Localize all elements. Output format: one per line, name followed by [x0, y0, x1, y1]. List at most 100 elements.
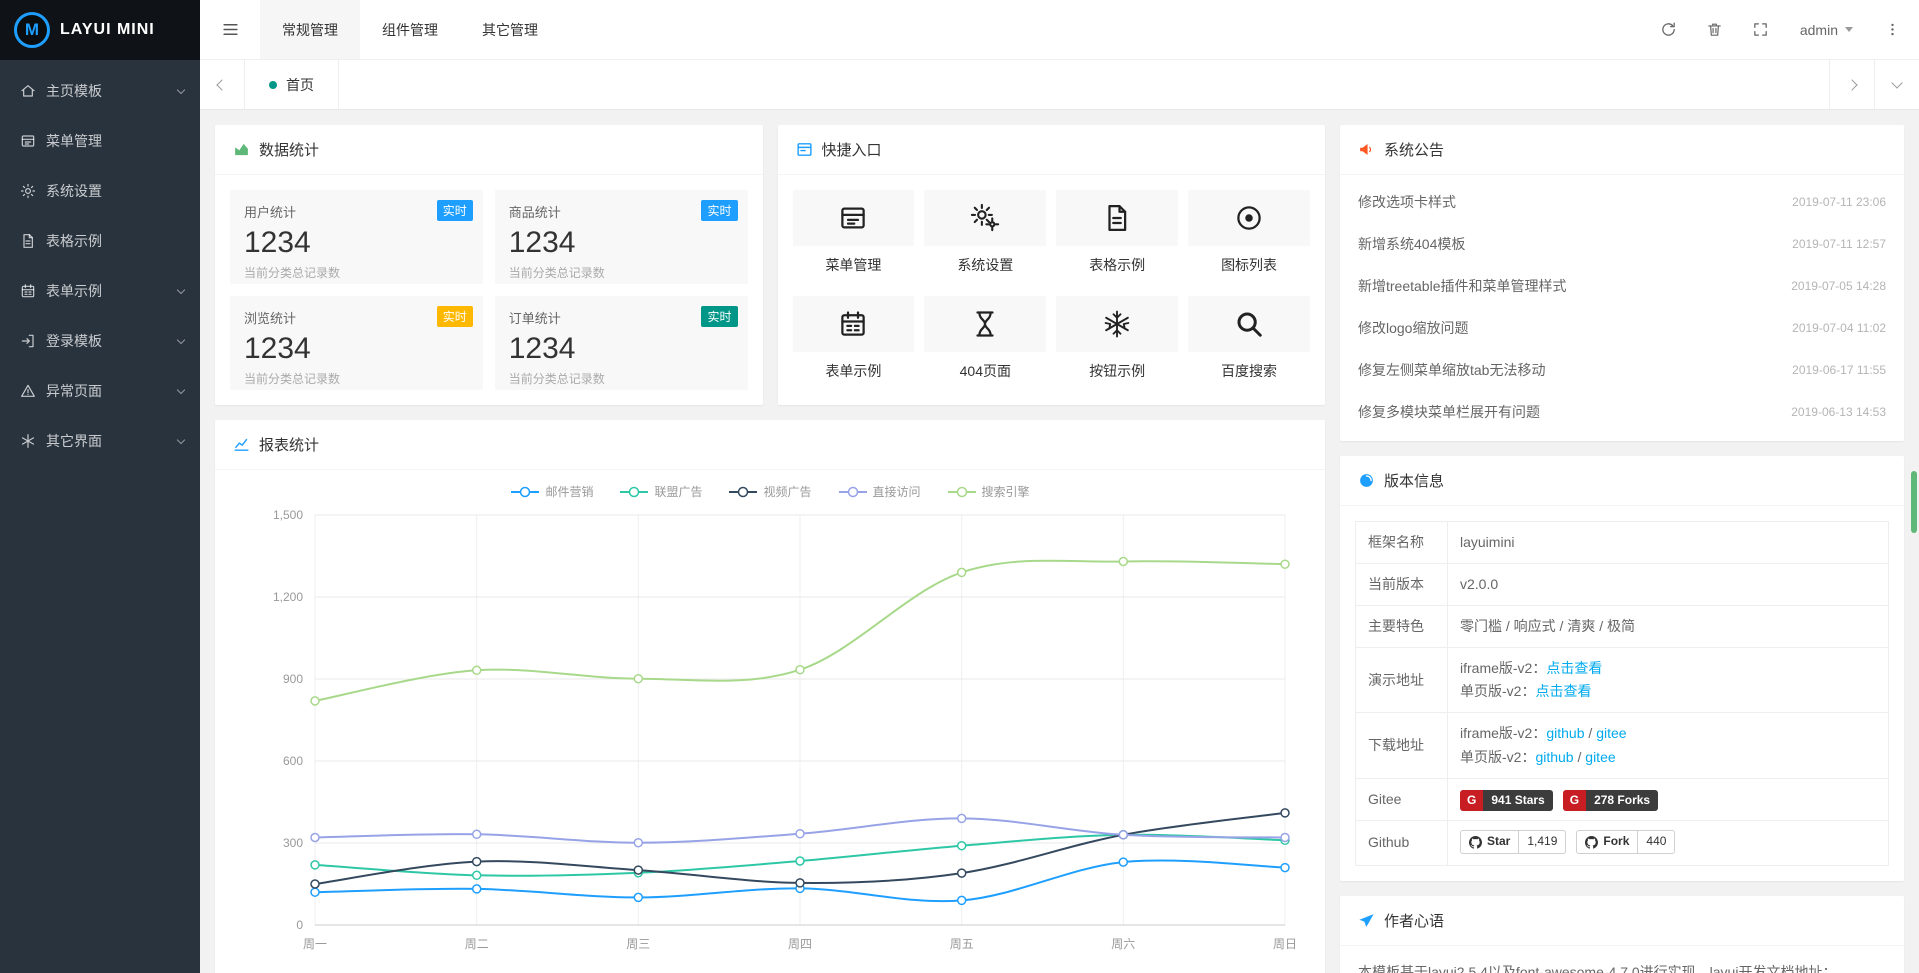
- quick-tile-label: 404页面: [924, 361, 1046, 381]
- card-title: 系统公告: [1384, 139, 1444, 160]
- github-badge[interactable]: Fork440: [1576, 830, 1675, 854]
- main-content: 数据统计 用户统计1234当前分类总记录数实时商品统计1234当前分类总记录数实…: [200, 110, 1919, 973]
- fullscreen-icon[interactable]: [1738, 0, 1784, 60]
- legend-marker-icon: [619, 486, 649, 498]
- sidebar-item[interactable]: 登录模板: [0, 316, 200, 366]
- home-icon: [20, 83, 36, 99]
- header-nav-item[interactable]: 常规管理: [260, 0, 360, 59]
- tab-scroll-right[interactable]: [1829, 60, 1874, 109]
- stat-desc: 当前分类总记录数: [509, 264, 734, 281]
- sidebar-item[interactable]: 表格示例: [0, 216, 200, 266]
- stat-grid: 用户统计1234当前分类总记录数实时商品统计1234当前分类总记录数实时浏览统计…: [230, 190, 748, 390]
- version-link[interactable]: gitee: [1596, 725, 1626, 741]
- stat-value: 1234: [244, 332, 469, 366]
- legend-marker-icon: [838, 486, 868, 498]
- quick-tile[interactable]: 系统设置: [924, 190, 1046, 275]
- legend-item[interactable]: 直接访问: [838, 483, 921, 500]
- legend-item[interactable]: 联盟广告: [619, 483, 702, 500]
- version-link[interactable]: github: [1535, 749, 1573, 765]
- gitee-icon: G: [1460, 790, 1483, 812]
- header-nav: 常规管理组件管理其它管理: [260, 0, 560, 59]
- quick-tile-label: 图标列表: [1188, 255, 1310, 275]
- quick-tile[interactable]: 按钮示例: [1056, 296, 1178, 381]
- svg-text:900: 900: [283, 672, 303, 686]
- sidebar-item-label: 主页模板: [46, 81, 178, 101]
- main-scrollbar[interactable]: [1911, 471, 1917, 533]
- version-row: 框架名称layuimini: [1356, 522, 1889, 564]
- legend-item[interactable]: 邮件营销: [510, 483, 593, 500]
- stat-badge: 实时: [437, 306, 473, 327]
- version-link[interactable]: 点击查看: [1546, 660, 1602, 676]
- version-row: 当前版本v2.0.0: [1356, 564, 1889, 606]
- version-link[interactable]: github: [1546, 725, 1584, 741]
- stat-box: 商品统计1234当前分类总记录数实时: [495, 190, 748, 284]
- version-table: 框架名称layuimini当前版本v2.0.0主要特色零门槛 / 响应式 / 清…: [1355, 521, 1889, 866]
- gitee-icon: G: [1563, 790, 1586, 812]
- file-icon: [20, 233, 36, 249]
- refresh-icon[interactable]: [1646, 0, 1692, 60]
- collapse-sidebar-icon[interactable]: [200, 0, 260, 60]
- header-nav-item[interactable]: 其它管理: [460, 0, 560, 59]
- legend-item[interactable]: 搜索引擎: [947, 483, 1030, 500]
- version-icon: [1358, 472, 1375, 489]
- svg-text:周三: 周三: [626, 937, 650, 951]
- gitee-badge[interactable]: G941 Stars: [1460, 790, 1553, 812]
- sidebar-item[interactable]: 主页模板: [0, 66, 200, 116]
- clear-cache-icon[interactable]: [1692, 0, 1738, 60]
- header-right: admin: [1646, 0, 1919, 59]
- sidebar-item[interactable]: 其它界面: [0, 416, 200, 466]
- card-author: 作者心语 本模板基于layui2.5.4以及font-awesome-4.7.0…: [1340, 896, 1904, 973]
- user-dropdown[interactable]: admin: [1784, 0, 1869, 59]
- github-icon: [1469, 836, 1482, 849]
- sidebar-item-label: 菜单管理: [46, 131, 184, 151]
- gears-icon: [924, 190, 1046, 246]
- stat-label: 浏览统计: [244, 308, 469, 327]
- quick-tile[interactable]: 菜单管理: [793, 190, 915, 275]
- tab-scroll-left[interactable]: [200, 60, 245, 109]
- sidebar-item[interactable]: 系统设置: [0, 166, 200, 216]
- legend-label: 联盟广告: [654, 483, 702, 500]
- logo-icon: M: [14, 12, 50, 48]
- card-title: 报表统计: [259, 434, 319, 455]
- card-version: 版本信息 框架名称layuimini当前版本v2.0.0主要特色零门槛 / 响应…: [1340, 456, 1904, 881]
- version-link[interactable]: gitee: [1585, 749, 1615, 765]
- sidebar-item-label: 登录模板: [46, 331, 178, 351]
- chevron-down-icon: [177, 385, 185, 393]
- gitee-badge[interactable]: G278 Forks: [1563, 790, 1658, 812]
- stat-badge: 实时: [701, 200, 737, 221]
- card-title: 数据统计: [259, 139, 319, 160]
- github-badge[interactable]: Star1,419: [1460, 830, 1566, 854]
- sidebar-item-label: 异常页面: [46, 381, 178, 401]
- legend-marker-icon: [728, 486, 758, 498]
- user-name: admin: [1800, 22, 1838, 38]
- quick-tile[interactable]: 表单示例: [793, 296, 915, 381]
- version-link[interactable]: 点击查看: [1535, 683, 1591, 699]
- notice-text: 修改选项卡样式: [1358, 192, 1456, 212]
- notice-item: 修复左侧菜单缩放tab无法移动2019-06-17 11:55: [1358, 349, 1886, 391]
- legend-item[interactable]: 视频广告: [728, 483, 811, 500]
- card-title: 版本信息: [1384, 470, 1444, 491]
- tab-menu-toggle[interactable]: [1874, 60, 1919, 109]
- card-notice: 系统公告 修改选项卡样式2019-07-11 23:06新增系统404模板201…: [1340, 125, 1904, 441]
- more-menu-icon[interactable]: [1869, 0, 1915, 60]
- top-header: 常规管理组件管理其它管理 admin: [200, 0, 1919, 60]
- quick-tile[interactable]: 表格示例: [1056, 190, 1178, 275]
- legend-label: 邮件营销: [545, 483, 593, 500]
- sidebar-item[interactable]: 表单示例: [0, 266, 200, 316]
- notice-text: 修复多模块菜单栏展开有问题: [1358, 402, 1540, 422]
- version-row-label: Gitee: [1356, 778, 1448, 821]
- version-row: 主要特色零门槛 / 响应式 / 清爽 / 极简: [1356, 606, 1889, 648]
- quick-tile[interactable]: 图标列表: [1188, 190, 1310, 275]
- quick-tile[interactable]: 百度搜索: [1188, 296, 1310, 381]
- quick-tile[interactable]: 404页面: [924, 296, 1046, 381]
- line-chart: 周一周二周三周四周五周六周日03006009001,2001,500: [230, 500, 1310, 970]
- tab-home[interactable]: 首页: [245, 60, 339, 109]
- notice-item: 新增系统404模板2019-07-11 12:57: [1358, 223, 1886, 265]
- caret-down-icon: [1845, 27, 1853, 32]
- notice-date: 2019-07-05 14:28: [1791, 279, 1886, 293]
- card-quick-entry: 快捷入口 菜单管理系统设置表格示例图标列表表单示例404页面按钮示例百度搜索: [778, 125, 1326, 405]
- sidebar-item[interactable]: 菜单管理: [0, 116, 200, 166]
- announcement-icon: [1358, 141, 1375, 158]
- header-nav-item[interactable]: 组件管理: [360, 0, 460, 59]
- sidebar-item[interactable]: 异常页面: [0, 366, 200, 416]
